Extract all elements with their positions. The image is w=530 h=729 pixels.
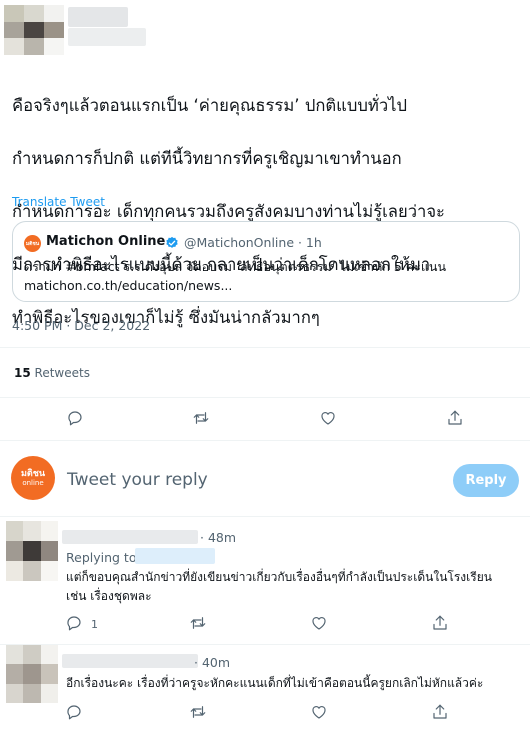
reply-submit-button[interactable]: Reply: [453, 464, 519, 497]
retweet-label: Retweets: [34, 366, 90, 380]
reply-input[interactable]: Tweet your reply: [67, 470, 208, 490]
reply-author-blurred[interactable]: [62, 530, 198, 544]
author-avatar[interactable]: [4, 5, 64, 55]
reply-text: อีกเรื่องนะคะ เรื่องที่ว่าครูจะหักคะแนนเ…: [66, 674, 526, 693]
reply-avatar[interactable]: [6, 521, 58, 581]
retweet-button[interactable]: [190, 407, 212, 429]
tweet-timestamp[interactable]: 4:50 PM · Dec 2, 2022: [12, 318, 150, 333]
like-icon: [312, 617, 326, 630]
reply-author-blurred[interactable]: [62, 654, 198, 668]
reply-share-button[interactable]: [429, 701, 451, 723]
author-name-blurred[interactable]: [68, 7, 128, 27]
divider: [0, 516, 530, 517]
quoted-avatar: มติชน: [24, 235, 41, 252]
verified-badge-icon: [166, 236, 178, 248]
reply-like-button[interactable]: [308, 701, 330, 723]
reply-button[interactable]: [64, 407, 86, 429]
reply-text-line: อีกเรื่องนะคะ เรื่องที่ว่าครูจะหักคะแนนเ…: [66, 676, 484, 690]
like-button[interactable]: [317, 407, 339, 429]
quoted-avatar-text: มติชน: [25, 240, 40, 247]
reply-text: แต่ก็ขอบคุณสำนักข่าวที่ยังเขียนข่าวเกี่ย…: [66, 568, 526, 606]
reply-icon: [68, 411, 82, 426]
retweet-icon: [190, 706, 206, 718]
reply-text-line: เช่น เรื่องชุดพละ: [66, 589, 152, 603]
quoted-text-line: ดราม่า #bmfact ร.ร.ดังอุบล จัดอบรม ‘ลัทธ…: [24, 259, 446, 274]
translate-tweet-link[interactable]: Translate Tweet: [12, 195, 105, 209]
quoted-author-handle: @MatichonOnline · 1h: [184, 235, 322, 250]
reply-reply-button[interactable]: [63, 612, 85, 634]
tweet-text-line: กำหนดการก็ปกติ แต่ทีนี้วิทยากรที่ครูเชิญ…: [12, 148, 402, 168]
quoted-link: matichon.co.th/education/news...: [24, 278, 233, 293]
reply-icon: [67, 616, 81, 631]
reply-reply-button[interactable]: [63, 701, 85, 723]
reply-share-button[interactable]: [429, 612, 451, 634]
tweet-text-line: คือจริงๆแล้วตอนแรกเป็น ‘ค่ายคุณธรรม’ ปกต…: [12, 95, 408, 115]
composer-avatar-line2: online: [22, 478, 44, 487]
share-icon: [448, 410, 462, 425]
tweet-text: คือจริงๆแล้วตอนแรกเป็น ‘ค่ายคุณธรรม’ ปกต…: [12, 66, 524, 358]
reply-retweet-button[interactable]: [187, 701, 209, 723]
quoted-author-name: Matichon Online: [46, 234, 166, 249]
reply-like-button[interactable]: [308, 612, 330, 634]
like-icon: [321, 412, 335, 425]
divider: [0, 347, 530, 348]
divider: [0, 644, 530, 645]
divider: [0, 397, 530, 398]
reply-text-line: แต่ก็ขอบคุณสำนักข่าวที่ยังเขียนข่าวเกี่ย…: [66, 570, 492, 584]
retweet-count: 15: [14, 366, 31, 380]
replying-to-label: Replying to: [66, 550, 137, 565]
quoted-tweet-text: ดราม่า #bmfact ร.ร.ดังอุบล จัดอบรม ‘ลัทธ…: [24, 257, 514, 295]
divider: [0, 440, 530, 441]
reply-avatar[interactable]: [6, 645, 58, 703]
share-button[interactable]: [444, 407, 466, 429]
composer-avatar[interactable]: มติชน online: [11, 456, 55, 500]
composer-avatar-line1: มติชน: [20, 468, 46, 479]
reply-retweet-button[interactable]: [187, 612, 209, 634]
retweet-icon: [190, 617, 206, 629]
retweet-stats[interactable]: 15 Retweets: [14, 366, 90, 380]
reply-icon: [67, 705, 81, 720]
share-icon: [433, 615, 447, 630]
reply-time[interactable]: · 48m: [200, 530, 236, 545]
reply-reply-count: 1: [91, 618, 98, 631]
replying-to-handle-blurred[interactable]: [135, 548, 215, 564]
quoted-tweet-card[interactable]: มติชน Matichon Online @MatichonOnline · …: [12, 221, 520, 302]
reply-time[interactable]: · 40m: [194, 655, 230, 670]
share-icon: [433, 704, 447, 719]
retweet-icon: [193, 412, 209, 424]
author-handle-blurred: [68, 28, 146, 46]
like-icon: [312, 706, 326, 719]
